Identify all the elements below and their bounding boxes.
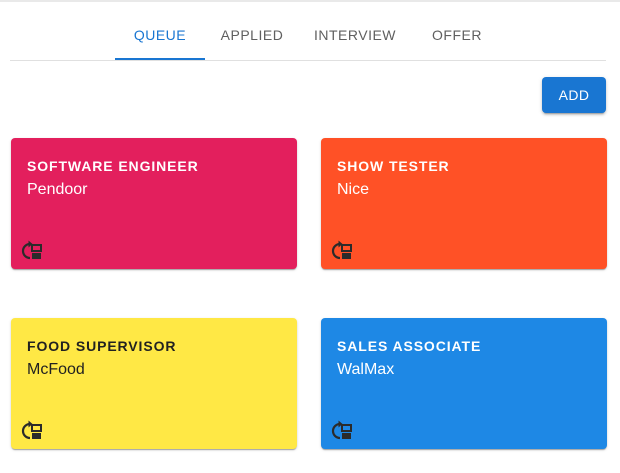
add-button[interactable]: ADD xyxy=(542,77,606,113)
job-title: SALES ASSOCIATE xyxy=(337,338,482,354)
tab-queue[interactable]: QUEUE xyxy=(115,8,205,60)
job-card: SHOW TESTER Nice xyxy=(321,138,607,269)
move-to-column-icon[interactable] xyxy=(329,419,353,443)
job-title: SHOW TESTER xyxy=(337,158,450,174)
status-tabs: QUEUE APPLIED INTERVIEW OFFER xyxy=(10,8,606,61)
job-title: FOOD SUPERVISOR xyxy=(27,338,177,354)
job-card: SOFTWARE ENGINEER Pendoor xyxy=(11,138,297,269)
tab-interview[interactable]: INTERVIEW xyxy=(306,8,404,60)
move-to-column-icon[interactable] xyxy=(19,239,43,263)
company-name: Nice xyxy=(337,181,370,198)
job-title: SOFTWARE ENGINEER xyxy=(27,158,199,174)
tab-applied[interactable]: APPLIED xyxy=(209,8,295,60)
move-to-column-icon[interactable] xyxy=(19,419,43,443)
job-card: FOOD SUPERVISOR McFood xyxy=(11,318,297,449)
company-name: Pendoor xyxy=(27,181,88,198)
tab-offer[interactable]: OFFER xyxy=(420,8,494,60)
company-name: WalMax xyxy=(337,361,395,378)
active-tab-indicator xyxy=(115,58,205,60)
job-card: SALES ASSOCIATE WalMax xyxy=(321,318,607,449)
top-divider xyxy=(0,0,620,2)
move-to-column-icon[interactable] xyxy=(329,239,353,263)
company-name: McFood xyxy=(27,361,85,378)
